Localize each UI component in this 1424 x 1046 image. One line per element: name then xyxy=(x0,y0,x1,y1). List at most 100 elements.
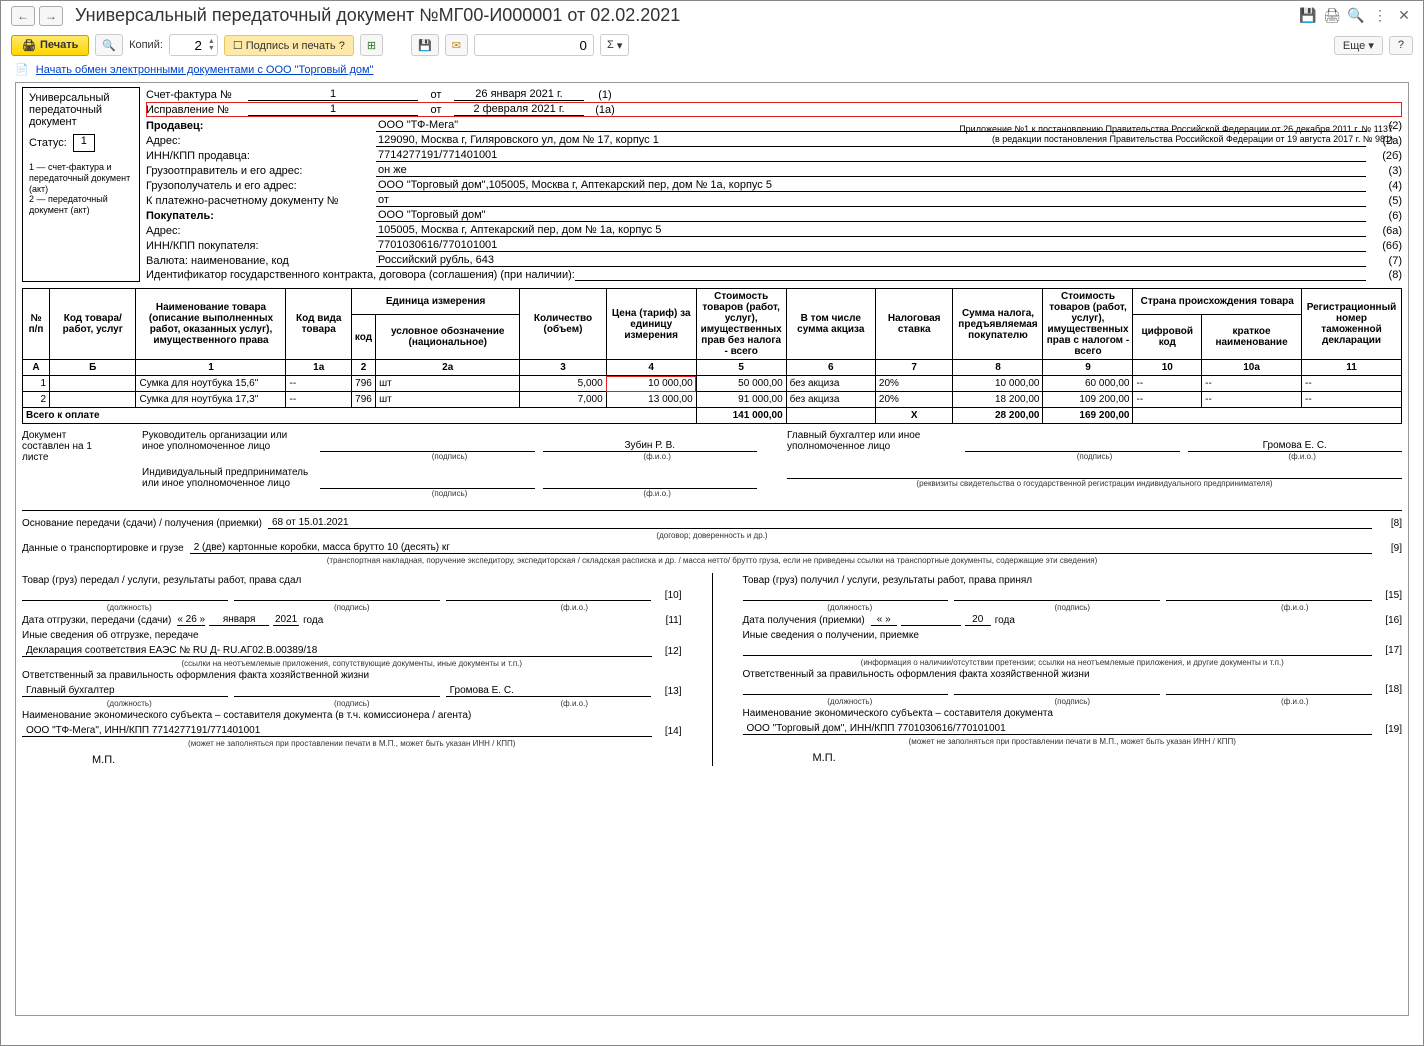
th-cost: Стоимость товаров (работ, услуг), имущес… xyxy=(696,289,786,360)
idx-10: 10 xyxy=(1133,360,1202,376)
print-icon[interactable]: 🖨 xyxy=(1323,7,1341,25)
copies-input[interactable] xyxy=(170,36,206,55)
checkbox-icon: ☐ xyxy=(233,40,246,52)
idx-6: 6 xyxy=(786,360,875,376)
xls-button[interactable]: ⊞ xyxy=(360,34,383,56)
table-row: 2Сумка для ноутбука 17,3"-- 796шт7,000 1… xyxy=(23,392,1402,408)
sf-date-1: 26 января 2021 г. xyxy=(454,88,584,101)
mail-button[interactable]: ✉ xyxy=(445,34,468,56)
info-label: Идентификатор государственного контракта… xyxy=(146,269,575,281)
doctype-l1: Универсальный xyxy=(29,92,133,104)
th-tax: Сумма налога, предъявляемая покупателю xyxy=(953,289,1043,360)
sf-suf-1: (1) xyxy=(590,89,620,101)
th-un: условное обозначение (национальное) xyxy=(376,315,520,360)
info-value: ООО "Торговый дом" xyxy=(376,209,1366,222)
sf-ot-2: от xyxy=(424,104,448,116)
idx-2a: 2а xyxy=(376,360,520,376)
th-qty: Количество (объем) xyxy=(520,289,606,360)
sub-sign-2: (подпись) xyxy=(350,489,550,498)
info-code: (6б) xyxy=(1372,240,1402,252)
info-code: (2б) xyxy=(1372,150,1402,162)
lower-block: Основание передачи (сдачи) / получения (… xyxy=(22,511,1402,770)
edo-link[interactable]: Начать обмен электронными документами с … xyxy=(36,64,374,76)
info-code: (8) xyxy=(1372,269,1402,281)
info-row: Валюта: наименование, код Российский руб… xyxy=(146,253,1402,268)
th-excise: В том числе сумма акциза xyxy=(786,289,875,360)
sub-fio-3: (ф.и.о.) xyxy=(1202,452,1402,461)
close-icon[interactable]: ✕ xyxy=(1395,7,1413,25)
preview-icon[interactable]: 🔍 xyxy=(1347,7,1365,25)
menu-icon[interactable]: ⋮ xyxy=(1371,7,1389,25)
save-icon[interactable]: 💾 xyxy=(1299,7,1317,25)
idx-3: 3 xyxy=(520,360,606,376)
idx-5: 5 xyxy=(696,360,786,376)
idx-7: 7 xyxy=(875,360,953,376)
appendix-line2: (в редакции постановления Правительства … xyxy=(873,135,1393,145)
info-label: Грузополучатель и его адрес: xyxy=(146,180,376,192)
sf-date-2: 2 февраля 2021 г. xyxy=(454,103,584,116)
th-code: Код товара/ работ, услуг xyxy=(50,289,136,360)
th-uc: код xyxy=(351,315,375,360)
forward-button[interactable]: → xyxy=(39,6,63,26)
window-title: Универсальный передаточный документ №МГ0… xyxy=(75,5,1299,26)
info-label: Покупатель: xyxy=(146,210,376,222)
doctype-l3: документ xyxy=(29,116,133,128)
num-field[interactable] xyxy=(474,34,594,56)
more-button[interactable]: Еще ▾ xyxy=(1334,36,1383,55)
info-row: ИНН/КПП покупателя: 7701030616/770101001… xyxy=(146,238,1402,253)
th-decl: Регистрационный номер таможенной деклара… xyxy=(1302,289,1402,360)
info-value: от xyxy=(376,194,1366,207)
idx-11: 11 xyxy=(1302,360,1402,376)
sf-label-2: Исправление № xyxy=(146,104,242,116)
info-value xyxy=(575,280,1366,281)
info-row: Идентификатор государственного контракта… xyxy=(146,268,1402,282)
info-code: (6) xyxy=(1372,210,1402,222)
sigma-button[interactable]: Σ ▾ xyxy=(600,34,629,56)
sub-sign-1: (подпись) xyxy=(350,452,550,461)
items-tbody: 1Сумка для ноутбука 15,6"-- 796шт5,000 1… xyxy=(23,376,1402,424)
sf-suf-2: (1а) xyxy=(590,104,620,116)
basis-val: 68 от 15.01.2021 xyxy=(268,517,1372,529)
sub-sign-3: (подпись) xyxy=(995,452,1195,461)
appendix-note: Приложение №1 к постановлению Правительс… xyxy=(873,125,1393,145)
toolbar: 🖨Печать 🔍 Копий: ▲▼ ☐ Подпись и печать ?… xyxy=(1,30,1423,60)
info-value: он же xyxy=(376,164,1366,177)
printer-icon: 🖨 xyxy=(22,39,36,52)
info-row: Покупатель: ООО "Торговый дом" (6) xyxy=(146,208,1402,223)
th-rate: Налоговая ставка xyxy=(875,289,953,360)
ip-label: Индивидуальный предприниматель или иное … xyxy=(142,467,312,489)
th-price: Цена (тариф) за единицу измерения xyxy=(606,289,696,360)
info-row: ИНН/КПП продавца: 7714277191/771401001 (… xyxy=(146,148,1402,163)
info-row: Грузополучатель и его адрес: ООО "Торгов… xyxy=(146,178,1402,193)
info-label: Адрес: xyxy=(146,225,376,237)
th-total: Стоимость товаров (работ, услуг), имущес… xyxy=(1043,289,1133,360)
back-button[interactable]: ← xyxy=(11,6,35,26)
acc-label: Главный бухгалтер или иное уполномоченно… xyxy=(787,430,957,452)
sf-row-1: Счет-фактура № 1 от 26 января 2021 г. (1… xyxy=(146,87,1402,102)
sigma-icon: Σ xyxy=(607,39,614,51)
preview-button[interactable]: 🔍 xyxy=(95,34,123,56)
idx-9: 9 xyxy=(1043,360,1133,376)
trans-sub: (транспортная накладная, поручение экспе… xyxy=(22,556,1402,565)
print-button[interactable]: 🖨Печать xyxy=(11,35,89,56)
idx-1: 1 xyxy=(136,360,286,376)
help-button[interactable]: ? xyxy=(1389,36,1413,55)
chevron-up-icon[interactable]: ▲ xyxy=(208,38,215,45)
idx-8: 8 xyxy=(953,360,1043,376)
th-unit: Единица измерения xyxy=(351,289,519,315)
trans-val: 2 (две) картонные коробки, масса брутто … xyxy=(190,542,1372,554)
th-vid: Код вида товара xyxy=(286,289,351,360)
info-value: 7701030616/770101001 xyxy=(376,239,1366,252)
doc-type-box: Универсальный передаточный документ Стат… xyxy=(22,87,140,282)
disk-button[interactable]: 💾 xyxy=(411,34,439,56)
edo-link-row: 📄 Начать обмен электронными документами … xyxy=(1,60,1423,82)
trans-label: Данные о транспортировке и грузе xyxy=(22,543,184,554)
chevron-down-icon[interactable]: ▼ xyxy=(208,45,215,52)
info-value: 105005, Москва г, Аптекарский пер, дом №… xyxy=(376,224,1366,237)
document-canvas[interactable]: Приложение №1 к постановлению Правительс… xyxy=(15,82,1409,1016)
info-code: (4) xyxy=(1372,180,1402,192)
app-window: ← → Универсальный передаточный документ … xyxy=(0,0,1424,1046)
info-value: Российский рубль, 643 xyxy=(376,254,1366,267)
copies-spinner[interactable]: ▲▼ xyxy=(169,34,218,56)
sign-stamp-button[interactable]: ☐ Подпись и печать ? xyxy=(224,35,354,56)
